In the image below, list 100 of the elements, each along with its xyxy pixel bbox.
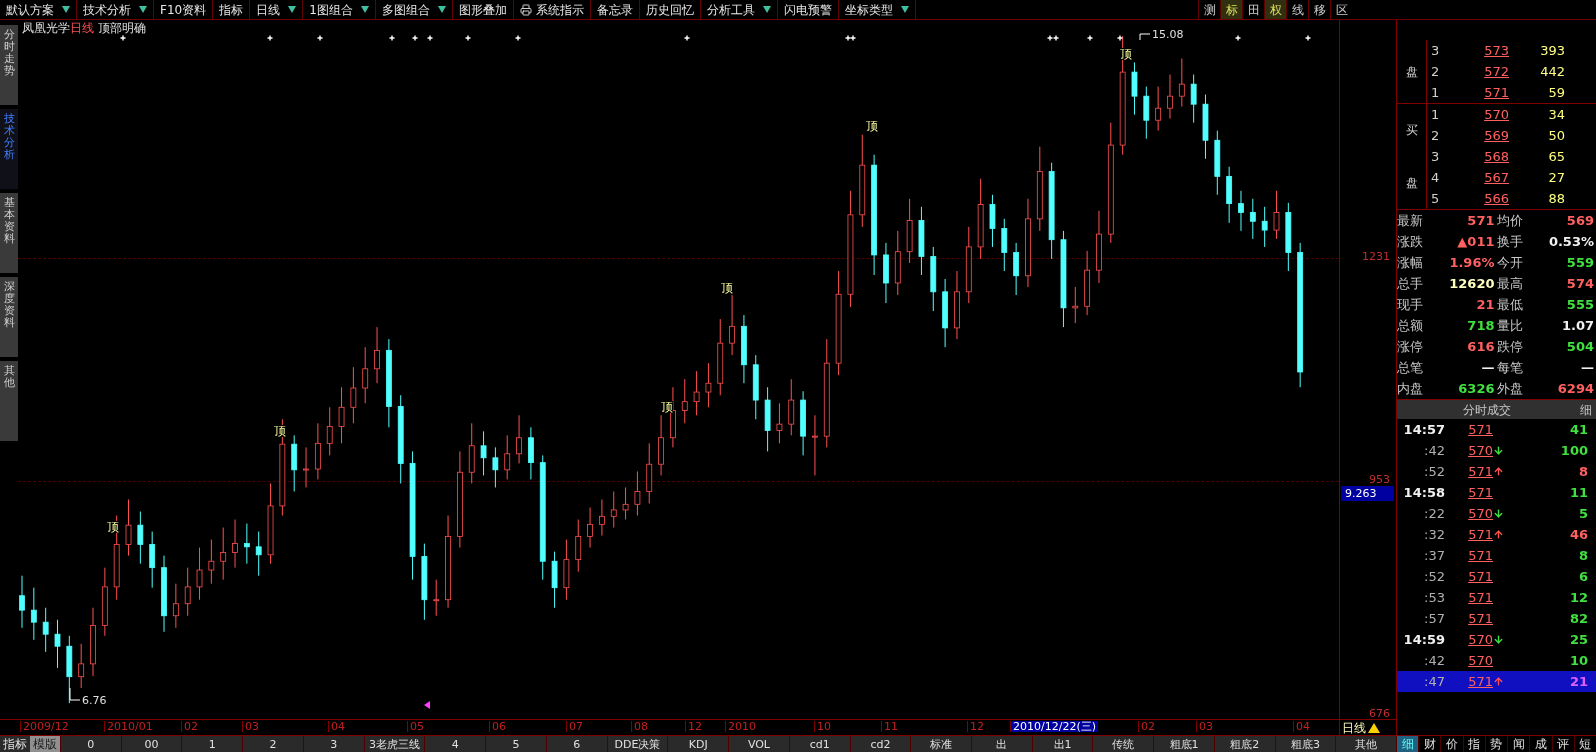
- indicator-tab[interactable]: 粗底1: [1153, 736, 1214, 752]
- tick-row[interactable]: :52 571 8: [1397, 461, 1596, 482]
- candlestick: [610, 490, 617, 529]
- tool-button[interactable]: 移: [1308, 0, 1330, 19]
- indicator-tab[interactable]: 3老虎三线: [363, 736, 425, 752]
- panel-tab[interactable]: 成: [1529, 736, 1552, 752]
- indicator-tab[interactable]: DDE决策: [606, 736, 668, 752]
- panel-tab[interactable]: 闻: [1507, 736, 1530, 752]
- date-label: 04: [328, 721, 347, 732]
- axis-label: 676: [1369, 708, 1390, 719]
- tick-row[interactable]: :57 571 82: [1397, 608, 1596, 629]
- panel-tab[interactable]: 财: [1418, 736, 1441, 752]
- panel-tab[interactable]: 细: [1396, 736, 1419, 752]
- toolbar-menu[interactable]: 指标: [213, 0, 251, 19]
- indicator-tab[interactable]: 3: [302, 736, 364, 752]
- indicator-tab[interactable]: 粗底2: [1213, 736, 1275, 752]
- panel-tab[interactable]: 指: [1462, 736, 1485, 752]
- candlestick: [1249, 198, 1256, 240]
- tick-row[interactable]: :32 571 46: [1397, 524, 1596, 545]
- leader-line: [69, 687, 81, 701]
- toolbar-menu[interactable]: 系统指示: [513, 0, 591, 19]
- tool-button[interactable]: 权: [1264, 0, 1286, 19]
- indicator-tab[interactable]: 标准: [910, 736, 971, 752]
- indicator-tab[interactable]: 4: [424, 736, 486, 752]
- toolbar-menu[interactable]: 多图组合: [375, 0, 453, 19]
- tick-row[interactable]: :42 570 10: [1397, 650, 1596, 671]
- template-tab[interactable]: 模版: [30, 736, 60, 752]
- toolbar-menu[interactable]: 默认方案: [0, 0, 77, 19]
- indicator-tab[interactable]: 传统: [1092, 736, 1154, 752]
- stat-value: 559: [1566, 256, 1594, 269]
- detail-button[interactable]: 细: [1576, 403, 1596, 416]
- tick-row[interactable]: :22 570 5: [1397, 503, 1596, 524]
- dropdown-triangle-icon: [288, 6, 297, 13]
- panel-tab[interactable]: 短: [1573, 736, 1596, 752]
- toolbar-menu[interactable]: 1图组合: [303, 0, 376, 19]
- panel-tab[interactable]: 价: [1440, 736, 1463, 752]
- stat-label: 每笔: [1496, 361, 1523, 374]
- toolbar-menu[interactable]: 闪电预警: [777, 0, 839, 19]
- stat-value: —: [1581, 361, 1594, 374]
- tool-button[interactable]: 区: [1330, 0, 1352, 19]
- stat-value: 616: [1467, 340, 1495, 353]
- indicator-tab[interactable]: VOL: [728, 736, 789, 752]
- stat-label: 跌停: [1496, 340, 1523, 353]
- toolbar-menu[interactable]: 图形叠加: [452, 0, 514, 19]
- indicator-tab[interactable]: 2: [242, 736, 303, 752]
- indicator-tab[interactable]: 粗底3: [1274, 736, 1336, 752]
- toolbar-menu[interactable]: 技术分析: [77, 0, 154, 19]
- tick-row[interactable]: 14:58 571 11: [1397, 482, 1596, 503]
- indicator-tab[interactable]: 5: [485, 736, 546, 752]
- tick-row[interactable]: :47 571 21: [1397, 671, 1596, 692]
- indicator-tab[interactable]: cd2: [849, 736, 911, 752]
- tick-row[interactable]: :42 570 100: [1397, 440, 1596, 461]
- stat-label: 总手: [1397, 277, 1423, 290]
- side-tab[interactable]: 基本资料: [0, 193, 18, 273]
- candlestick: [681, 378, 688, 424]
- toolbar-menu[interactable]: 坐标类型: [838, 0, 916, 19]
- tick-row[interactable]: :37 571 8: [1397, 545, 1596, 566]
- indicator-tab[interactable]: 6: [545, 736, 607, 752]
- side-tab[interactable]: 技术分析: [0, 109, 18, 189]
- stat-value: ▲011: [1457, 235, 1495, 248]
- panel-tab[interactable]: 评: [1551, 736, 1574, 752]
- tool-button[interactable]: 标: [1220, 0, 1242, 19]
- toolbar-menu[interactable]: 分析工具: [700, 0, 778, 19]
- side-tab[interactable]: 深度资料: [0, 277, 18, 357]
- high-price-label: 15.08: [1152, 29, 1184, 40]
- indicator-tab[interactable]: KDJ: [667, 736, 729, 752]
- candlestick: [220, 527, 227, 581]
- candlestick: [1155, 86, 1162, 132]
- toolbar-menu[interactable]: 日线: [250, 0, 304, 19]
- axis-label: 953: [1369, 474, 1390, 485]
- toolbar-menu[interactable]: 备忘录: [590, 0, 640, 19]
- candlestick: [516, 414, 522, 464]
- indicator-tab[interactable]: 00: [120, 736, 182, 752]
- down-arrow-icon: [1493, 508, 1504, 519]
- tick-row[interactable]: :52 571 6: [1397, 566, 1596, 587]
- indicator-tab[interactable]: cd1: [788, 736, 850, 752]
- indicator-tab[interactable]: 1: [181, 736, 243, 752]
- tick-time: 14:57: [1402, 423, 1446, 436]
- tick-time: :47: [1423, 675, 1446, 688]
- date-label: 06: [489, 721, 508, 732]
- tick-row[interactable]: 14:59 570 25: [1397, 629, 1596, 650]
- toolbar-menu[interactable]: F10资料: [154, 0, 214, 19]
- candlestick: [125, 499, 132, 557]
- indicator-tab[interactable]: 0: [60, 736, 121, 752]
- toolbar-menu[interactable]: 历史回忆: [639, 0, 701, 19]
- tick-volume: 21: [1568, 675, 1588, 688]
- tool-button[interactable]: 线: [1286, 0, 1308, 19]
- date-label: 03: [242, 721, 261, 732]
- panel-tab[interactable]: 势: [1484, 736, 1508, 752]
- indicator-tab[interactable]: 出1: [1031, 736, 1093, 752]
- stat-value: 12620: [1449, 277, 1495, 290]
- tick-volume: 11: [1568, 486, 1588, 499]
- side-tab[interactable]: 分时走势: [0, 25, 18, 105]
- tick-price: 570: [1467, 507, 1493, 520]
- indicator-tab[interactable]: 出: [971, 736, 1032, 752]
- tick-row[interactable]: :53 571 12: [1397, 587, 1596, 608]
- side-tab[interactable]: 其他: [0, 361, 18, 441]
- candlestick: [184, 567, 191, 617]
- tick-row[interactable]: 14:57 571 41: [1397, 419, 1596, 440]
- candlestick: [243, 523, 250, 565]
